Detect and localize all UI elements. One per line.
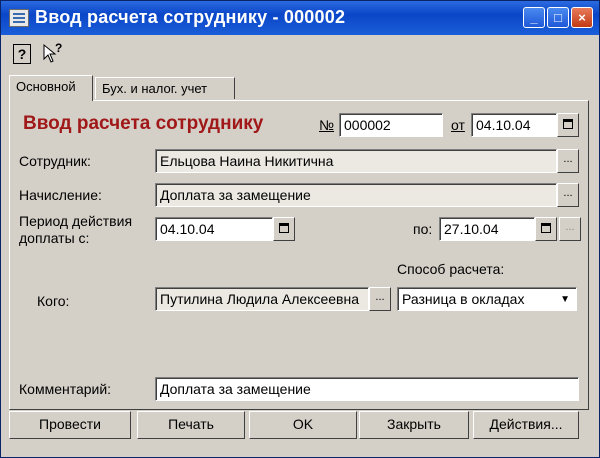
document-icon <box>9 9 29 27</box>
period-to-field[interactable]: 27.10.04 <box>439 217 535 241</box>
period-to-calendar-button[interactable] <box>535 217 557 241</box>
accrual-field[interactable]: Доплата за замещение <box>155 183 557 207</box>
maximize-button[interactable]: □ <box>547 7 569 28</box>
close-window-button[interactable]: × <box>571 7 593 28</box>
date-label: от <box>451 117 465 133</box>
employee-label: Сотрудник: <box>19 153 91 169</box>
tab-main[interactable]: Основной <box>9 75 93 101</box>
print-button[interactable]: Печать <box>137 411 245 439</box>
whom-label: Кого: <box>37 293 70 309</box>
toolbar: ? ? <box>1 35 599 71</box>
window-title: Ввод расчета сотруднику - 000002 <box>35 7 346 27</box>
form-heading: Ввод расчета сотруднику <box>23 113 264 134</box>
title-bar[interactable]: Ввод расчета сотруднику - 000002 _ □ × <box>1 1 599 35</box>
whom-field[interactable]: Путилина Людила Алексеевна <box>155 287 369 311</box>
calc-method-label: Способ расчета: <box>397 261 505 277</box>
date-calendar-button[interactable] <box>557 113 579 137</box>
period-label-line2: доплаты с: <box>19 230 90 246</box>
employee-select-button[interactable]: ... <box>557 149 579 173</box>
employee-field[interactable]: Ельцова Наина Никитична <box>155 149 557 173</box>
number-label: № <box>319 117 335 133</box>
close-button[interactable]: Закрыть <box>359 411 469 439</box>
tab-strip: Основной Бух. и налог. учет <box>9 75 589 101</box>
post-button[interactable]: Провести <box>9 411 131 439</box>
minimize-button[interactable]: _ <box>523 7 545 28</box>
calendar-icon <box>563 119 573 129</box>
question-mark-glyph: ? <box>55 41 63 55</box>
tab-panel <box>9 100 589 410</box>
period-from-field[interactable]: 04.10.04 <box>155 217 273 241</box>
calendar-icon <box>279 223 289 233</box>
comment-label: Комментарий: <box>19 381 112 397</box>
calc-method-value: Разница в окладах <box>402 291 525 307</box>
date-field[interactable]: 04.10.04 <box>471 113 557 137</box>
period-extra-button[interactable]: ... <box>559 217 581 241</box>
calc-method-select[interactable]: Разница в окладах ▼ <box>397 287 577 311</box>
tab-accounting[interactable]: Бух. и налог. учет <box>95 77 235 99</box>
period-from-calendar-button[interactable] <box>273 217 295 241</box>
actions-button[interactable]: Действия... <box>473 411 579 439</box>
calendar-icon <box>541 223 551 233</box>
comment-field[interactable]: Доплата за замещение <box>155 377 579 401</box>
ok-button[interactable]: OK <box>249 411 357 439</box>
chevron-down-icon[interactable]: ▼ <box>560 291 570 309</box>
whom-select-button[interactable]: ... <box>369 287 391 311</box>
whats-this-icon[interactable]: ? <box>41 41 63 65</box>
period-to-label: по: <box>413 221 433 237</box>
accrual-label: Начисление: <box>19 187 102 203</box>
number-field[interactable]: 000002 <box>339 113 443 137</box>
document-window: Ввод расчета сотруднику - 000002 _ □ × ?… <box>0 0 600 458</box>
period-label-line1: Период действия <box>19 213 133 229</box>
accrual-select-button[interactable]: ... <box>557 183 579 207</box>
help-icon[interactable]: ? <box>13 44 31 64</box>
